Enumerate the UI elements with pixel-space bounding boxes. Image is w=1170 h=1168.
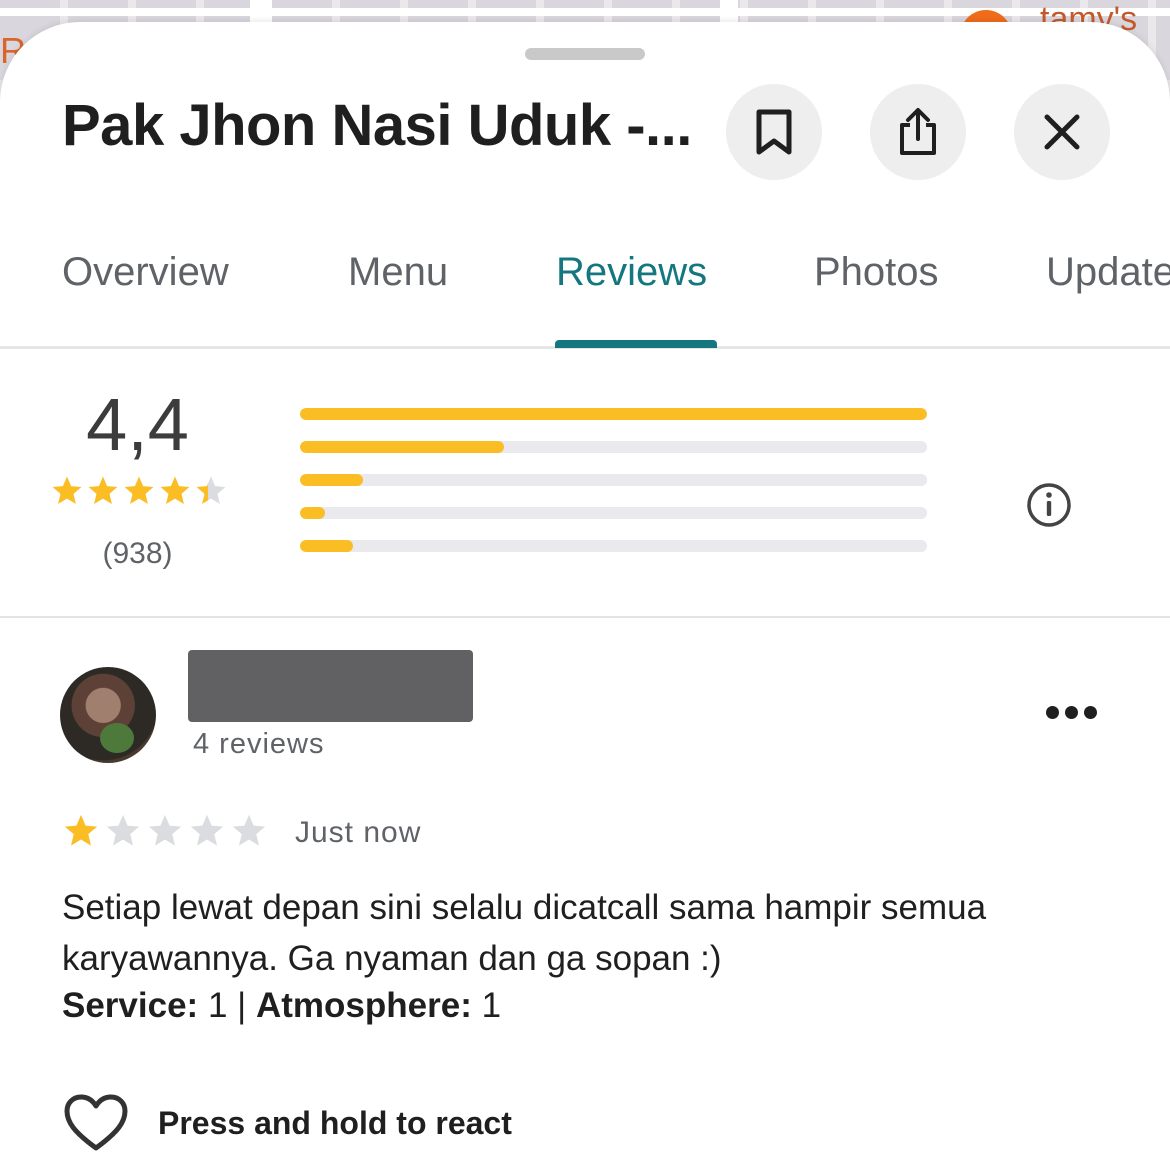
tab-menu[interactable]: Menu [348, 250, 448, 295]
save-button[interactable] [726, 84, 822, 180]
heart-icon [64, 1094, 128, 1151]
rating-bar-4 [300, 441, 927, 453]
rating-bar-2 [300, 507, 927, 519]
rating-bar-3 [300, 474, 927, 486]
close-button[interactable] [1014, 84, 1110, 180]
section-divider [0, 616, 1170, 618]
star-icon [106, 814, 140, 846]
more-icon-dot [1046, 706, 1059, 719]
review-text: Setiap lewat depan sini selalu dicatcall… [62, 888, 987, 978]
share-button[interactable] [870, 84, 966, 180]
place-title: Pak Jhon Nasi Uduk -... [62, 93, 692, 158]
average-rating-stars [50, 474, 228, 508]
review-time: Just now [295, 816, 422, 849]
star-icon [124, 476, 154, 505]
tab-updates[interactable]: Updates [1046, 250, 1170, 295]
tab-reviews[interactable]: Reviews [556, 250, 707, 295]
star-icon [148, 814, 182, 846]
bookmark-icon [756, 109, 792, 155]
star-icon [160, 476, 190, 505]
star-icon [190, 814, 224, 846]
star-icon [52, 476, 82, 505]
service-value: 1 [207, 986, 228, 1025]
rating-count: (938) [102, 537, 173, 570]
average-rating: 4,4 [86, 383, 189, 466]
react-button[interactable]: Press and hold to react [64, 1094, 512, 1152]
star-icon [196, 476, 226, 505]
close-icon [1044, 114, 1080, 150]
aspect-separator: | [237, 986, 247, 1025]
react-label: Press and hold to react [158, 1104, 512, 1141]
review-rating-stars [62, 812, 268, 850]
more-icon-dot [1084, 706, 1097, 719]
atmosphere-value: 1 [481, 986, 502, 1025]
active-tab-indicator [555, 340, 717, 348]
review-aspects: Service: 1 | Atmosphere: 1 [62, 986, 501, 1026]
atmosphere-label: Atmosphere: [255, 986, 472, 1025]
service-label: Service: [62, 986, 199, 1025]
reviewer-review-count[interactable]: 4 reviews [193, 728, 325, 761]
share-icon [900, 108, 936, 155]
star-icon [64, 814, 98, 846]
more-icon-dot [1065, 706, 1078, 719]
rating-bar-1 [300, 540, 927, 552]
tab-overview[interactable]: Overview [62, 250, 229, 295]
rating-bar-5 [300, 408, 927, 420]
drag-handle[interactable] [525, 48, 645, 60]
avatar[interactable] [60, 667, 156, 763]
star-icon [232, 814, 266, 846]
info-icon[interactable] [1026, 482, 1072, 528]
reviewer-name-redacted [188, 650, 473, 722]
more-options-button[interactable] [1046, 706, 1097, 719]
star-icon [88, 476, 118, 505]
tab-bar: Overview Menu Reviews Photos Updates [0, 242, 1170, 349]
place-sheet: Pak Jhon Nasi Uduk -... Overview Menu Re… [0, 22, 1170, 1168]
tab-photos[interactable]: Photos [814, 250, 939, 295]
